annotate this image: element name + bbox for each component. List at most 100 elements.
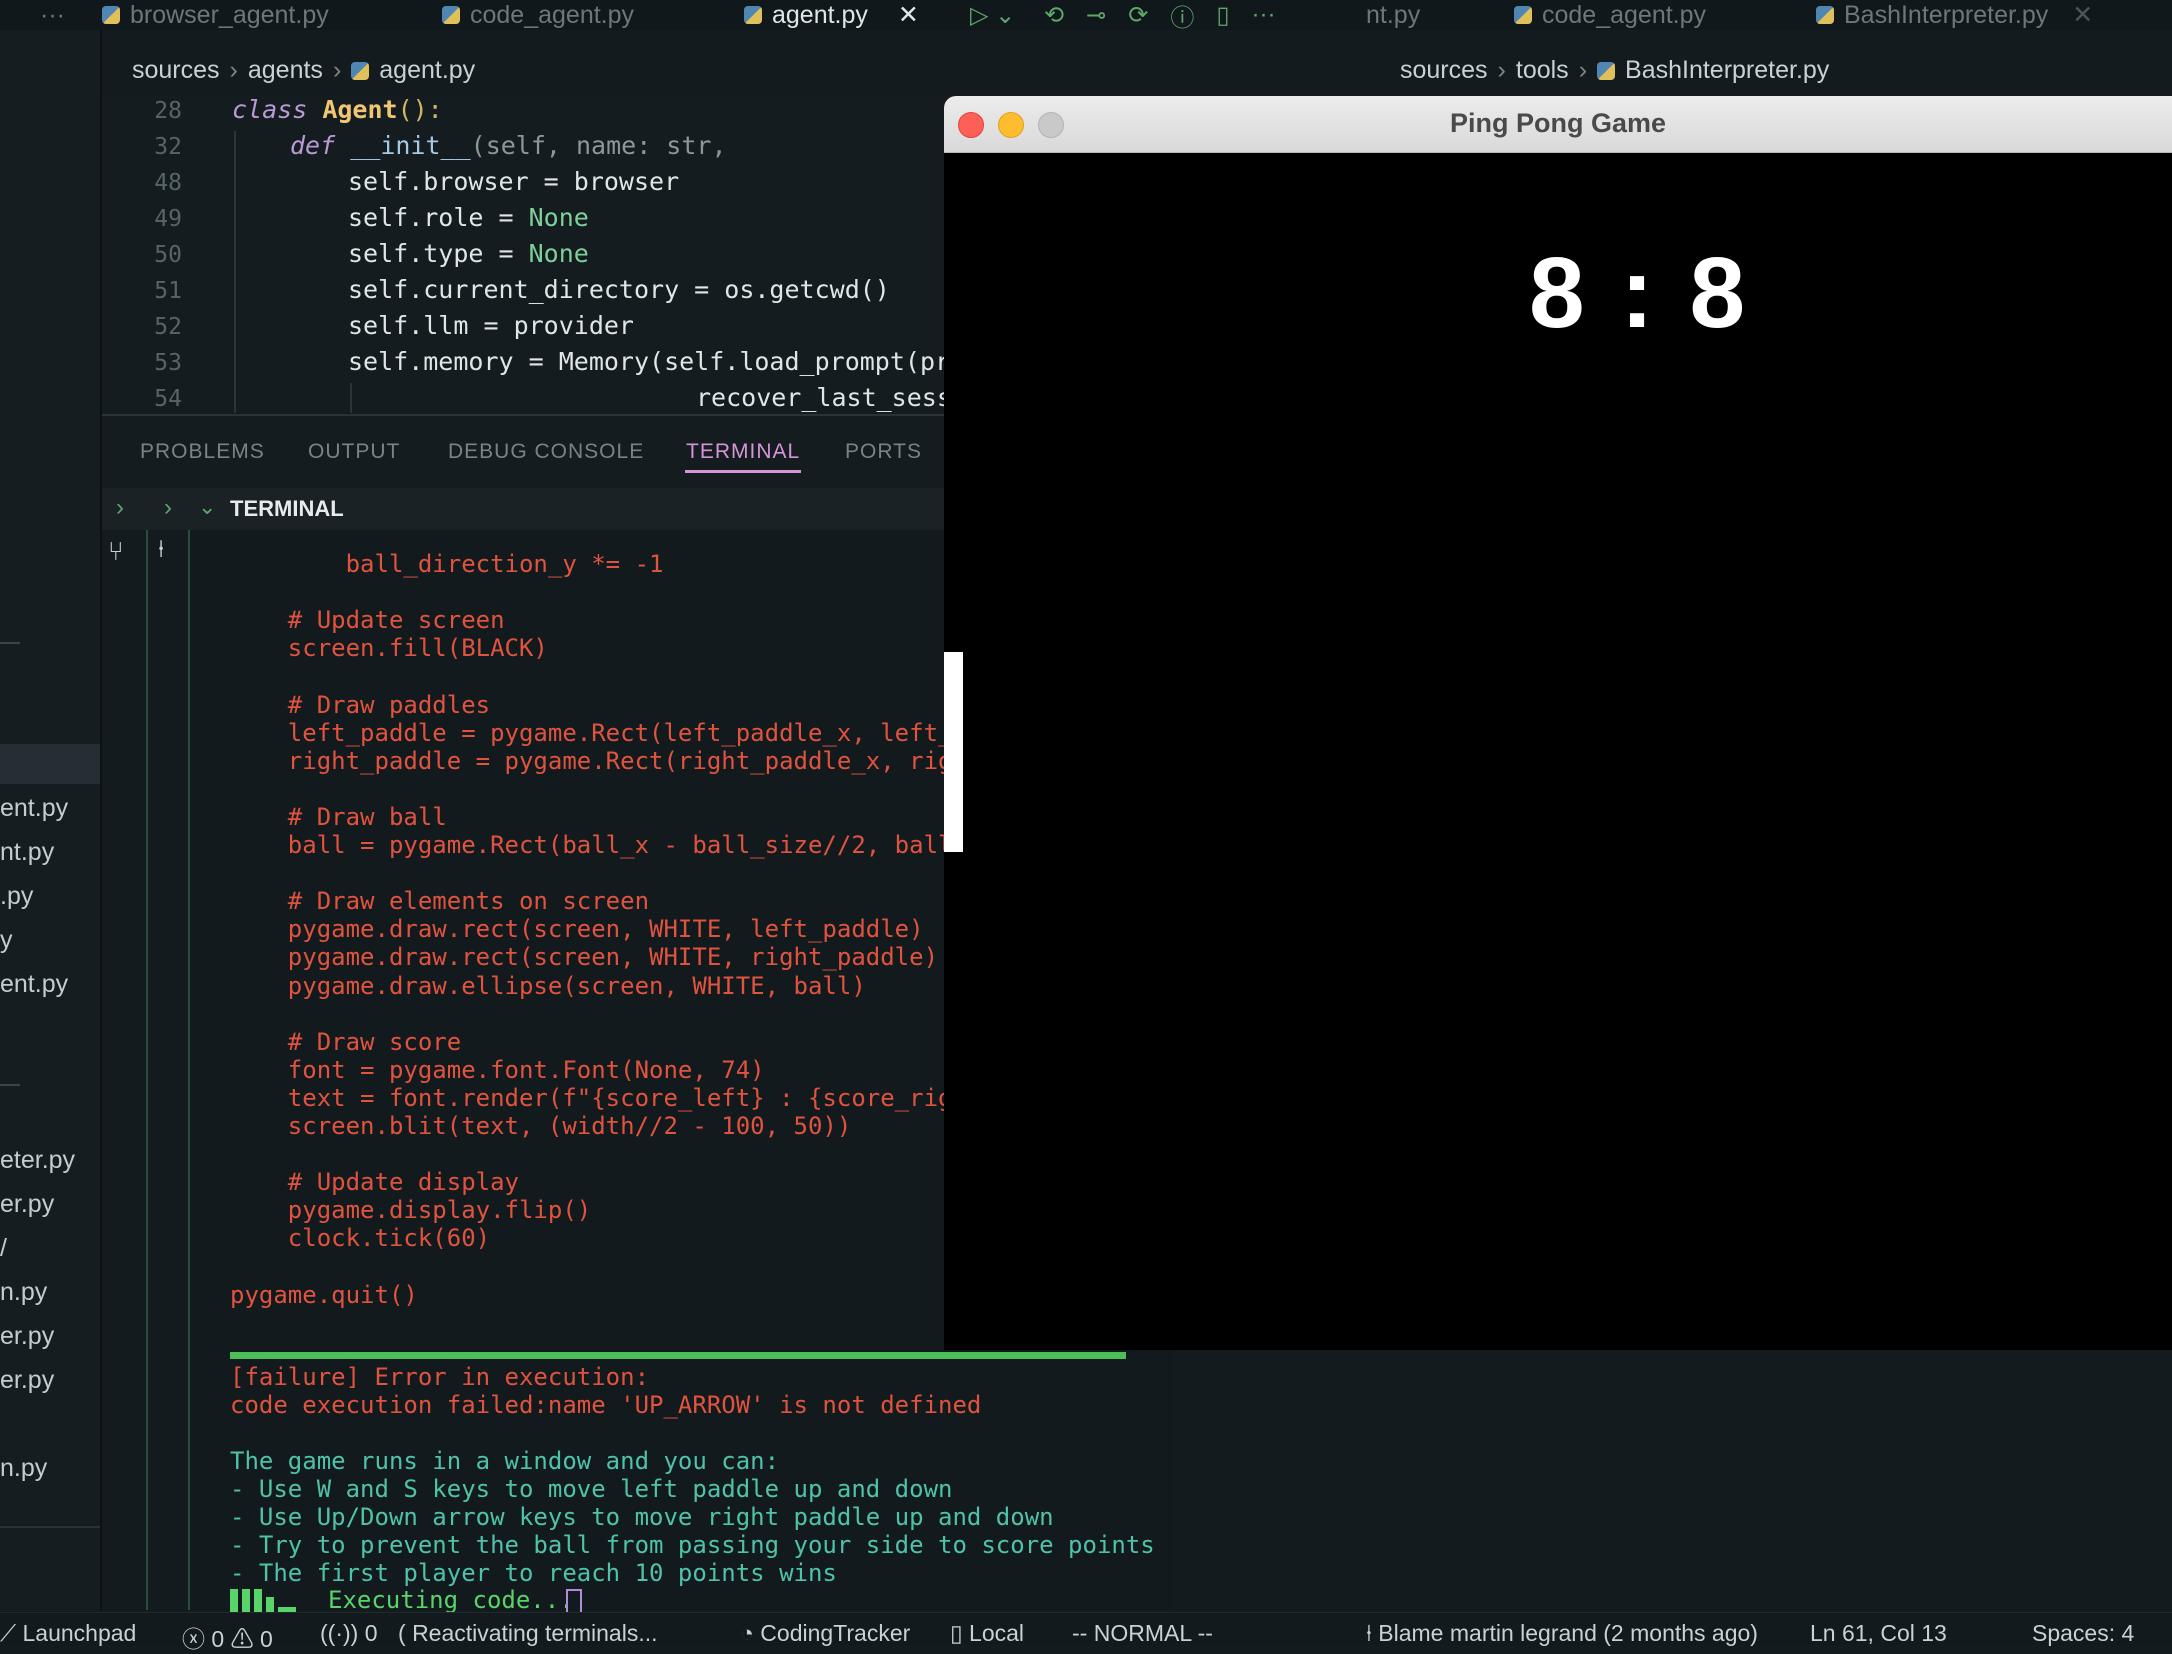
tab-right-code-agent[interactable]: code_agent.py bbox=[1514, 0, 1706, 30]
terminal-line: # Draw elements on screen bbox=[230, 887, 650, 915]
terminal-line: clock.tick(60) bbox=[230, 1224, 491, 1252]
code-line: self.llm = provider bbox=[348, 311, 634, 340]
terminal-line: pygame.draw.rect(screen, WHITE, right_pa… bbox=[230, 943, 939, 971]
terminal-line: pygame.draw.rect(screen, WHITE, left_pad… bbox=[230, 915, 924, 943]
tab-debug-console[interactable]: DEBUG CONSOLE bbox=[448, 440, 644, 464]
warning-icon: ⚠ bbox=[230, 1626, 260, 1652]
reactivating-terminals[interactable]: ( Reactivating terminals... bbox=[398, 1620, 658, 1647]
game-window[interactable]: Ping Pong Game 8 : 8 bbox=[944, 96, 2172, 1350]
git-graph-icon[interactable]: ⓘ bbox=[1170, 0, 1194, 33]
divider bbox=[0, 642, 20, 644]
sidebar-file[interactable]: .py bbox=[0, 882, 33, 911]
terminal-line: pygame.draw.ellipse(screen, WHITE, ball) bbox=[230, 972, 866, 1000]
python-icon bbox=[1597, 61, 1616, 80]
code-line: self.role = None bbox=[348, 203, 589, 232]
dashboard-icon: ◔ bbox=[740, 1620, 761, 1646]
python-icon bbox=[442, 6, 460, 24]
code-line: self.current_directory = os.getcwd() bbox=[348, 275, 890, 304]
tab-browser-agent[interactable]: browser_agent.py bbox=[102, 0, 329, 30]
sidebar-file[interactable]: er.py bbox=[0, 1190, 54, 1219]
terminal-line: screen.blit(text, (width//2 - 100, 50)) bbox=[230, 1112, 852, 1140]
tab-bash-interpreter[interactable]: BashInterpreter.py ✕ bbox=[1816, 0, 2093, 30]
sidebar-file[interactable]: y bbox=[0, 926, 13, 955]
tab-label: code_agent.py bbox=[1542, 0, 1707, 29]
terminal-line: # Update screen bbox=[230, 606, 505, 634]
code-editor[interactable]: 28 32 48 49 50 51 52 53 54 class Agent()… bbox=[102, 95, 952, 413]
sidebar-file[interactable]: er.py bbox=[0, 1322, 54, 1351]
chevron-right-icon[interactable]: › bbox=[116, 494, 124, 522]
ports-count[interactable]: ((·)) 0 bbox=[320, 1620, 377, 1647]
breadcrumb-item[interactable]: BashInterpreter.py bbox=[1625, 56, 1829, 85]
terminal-line: ball_direction_y *= -1 bbox=[230, 550, 664, 578]
terminal-line: # Draw score bbox=[230, 1028, 462, 1056]
python-icon bbox=[1514, 6, 1532, 24]
info-line: - The first player to reach 10 points wi… bbox=[230, 1559, 837, 1587]
coding-tracker[interactable]: ◔ CodingTracker bbox=[740, 1620, 910, 1647]
tab-right-1[interactable]: nt.py bbox=[1366, 0, 1420, 30]
local-item[interactable]: ▯ Local bbox=[950, 1620, 1024, 1647]
output-separator bbox=[230, 1352, 1126, 1359]
tab-output[interactable]: OUTPUT bbox=[308, 440, 400, 464]
breadcrumb-item[interactable]: sources bbox=[132, 56, 220, 85]
loading-icon: ( bbox=[398, 1620, 413, 1646]
python-icon bbox=[744, 6, 762, 24]
more-icon[interactable]: ··· bbox=[1252, 1, 1276, 29]
tab-agent[interactable]: agent.py ✕ bbox=[744, 0, 919, 30]
tab-ports[interactable]: PORTS bbox=[845, 440, 922, 464]
chevron-down-icon[interactable]: ⌄ bbox=[198, 494, 216, 520]
python-icon bbox=[351, 61, 370, 80]
breadcrumb-item[interactable]: sources bbox=[1400, 56, 1488, 85]
tab-label: agent.py bbox=[772, 0, 868, 29]
chevron-right-icon[interactable]: › bbox=[164, 494, 172, 522]
sidebar-file[interactable]: n.py bbox=[0, 1278, 47, 1307]
git-commit-icon[interactable]: ⍿ bbox=[158, 536, 164, 564]
line-number: 28 bbox=[154, 98, 182, 124]
git-blame[interactable]: ⍿ Blame martin legrand (2 months ago) bbox=[1366, 1620, 1758, 1647]
info-line: - Try to prevent the ball from passing y… bbox=[230, 1531, 1155, 1559]
close-icon[interactable]: ✕ bbox=[898, 0, 919, 30]
cursor-position[interactable]: Ln 61, Col 13 bbox=[1810, 1620, 1947, 1647]
sidebar-file[interactable]: ent.py bbox=[0, 970, 68, 999]
split-editor-icon[interactable]: ▯ bbox=[1216, 1, 1229, 30]
terminal-section-header[interactable]: › › ⌄ TERMINAL bbox=[102, 488, 952, 530]
python-icon bbox=[1816, 6, 1834, 24]
terminal-line: font = pygame.font.Font(None, 74) bbox=[230, 1056, 765, 1084]
indent-guide bbox=[350, 383, 352, 413]
indentation[interactable]: Spaces: 4 bbox=[2032, 1620, 2134, 1647]
code-line: self.browser = browser bbox=[348, 167, 680, 196]
problems-count[interactable]: ⓧ 0 ⚠ 0 bbox=[182, 1620, 273, 1654]
close-icon[interactable]: ✕ bbox=[2072, 0, 2093, 30]
launchpad-item[interactable]: ⟋ Launchpad bbox=[0, 1620, 136, 1647]
run-icon[interactable]: ▷ ⌄ bbox=[970, 0, 1015, 30]
git-actions[interactable]: ⟲ ⊸ ⟳ ⓘ ▯ ··· bbox=[1044, 0, 1276, 33]
window-titlebar[interactable]: Ping Pong Game bbox=[944, 96, 2172, 153]
breadcrumb-item[interactable]: agent.py bbox=[379, 56, 475, 85]
sidebar-file[interactable]: nt.py bbox=[0, 838, 54, 867]
sidebar-file[interactable]: n.py bbox=[0, 1454, 47, 1483]
tab-problems[interactable]: PROBLEMS bbox=[140, 440, 265, 464]
terminal-line: ball = pygame.Rect(ball_x - ball_size//2… bbox=[230, 831, 967, 859]
sidebar-file[interactable]: ent.py bbox=[0, 794, 68, 823]
sidebar-file[interactable]: er.py bbox=[0, 1366, 54, 1395]
git-commit-icon[interactable]: ⊸ bbox=[1086, 1, 1106, 30]
sidebar-file[interactable]: / bbox=[0, 1234, 7, 1263]
git-branch-icon[interactable]: ⑂ bbox=[108, 536, 124, 567]
indent-guide bbox=[234, 131, 236, 413]
git-compare-icon[interactable]: ⟲ bbox=[1044, 1, 1064, 30]
more-actions-icon[interactable]: ··· bbox=[40, 0, 65, 30]
active-tab-indicator bbox=[685, 470, 801, 473]
tab-terminal[interactable]: TERMINAL bbox=[686, 440, 800, 464]
score-separator: : bbox=[1620, 237, 1658, 349]
python-icon bbox=[102, 6, 120, 24]
score-right: 8 bbox=[1689, 237, 1750, 349]
breadcrumb-item[interactable]: agents bbox=[248, 56, 323, 85]
terminal-line: # Update display bbox=[230, 1168, 519, 1196]
tab-code-agent[interactable]: code_agent.py bbox=[442, 0, 634, 30]
selected-file-highlight bbox=[0, 744, 100, 784]
terminal-line: text = font.render(f"{score_left} : {sco… bbox=[230, 1084, 967, 1112]
left-paddle bbox=[944, 652, 963, 852]
breadcrumb-item[interactable]: tools bbox=[1516, 56, 1569, 85]
git-next-icon[interactable]: ⟳ bbox=[1128, 1, 1148, 30]
sidebar-file[interactable]: eter.py bbox=[0, 1146, 75, 1175]
git-commit-icon: ⍿ bbox=[1366, 1620, 1379, 1646]
